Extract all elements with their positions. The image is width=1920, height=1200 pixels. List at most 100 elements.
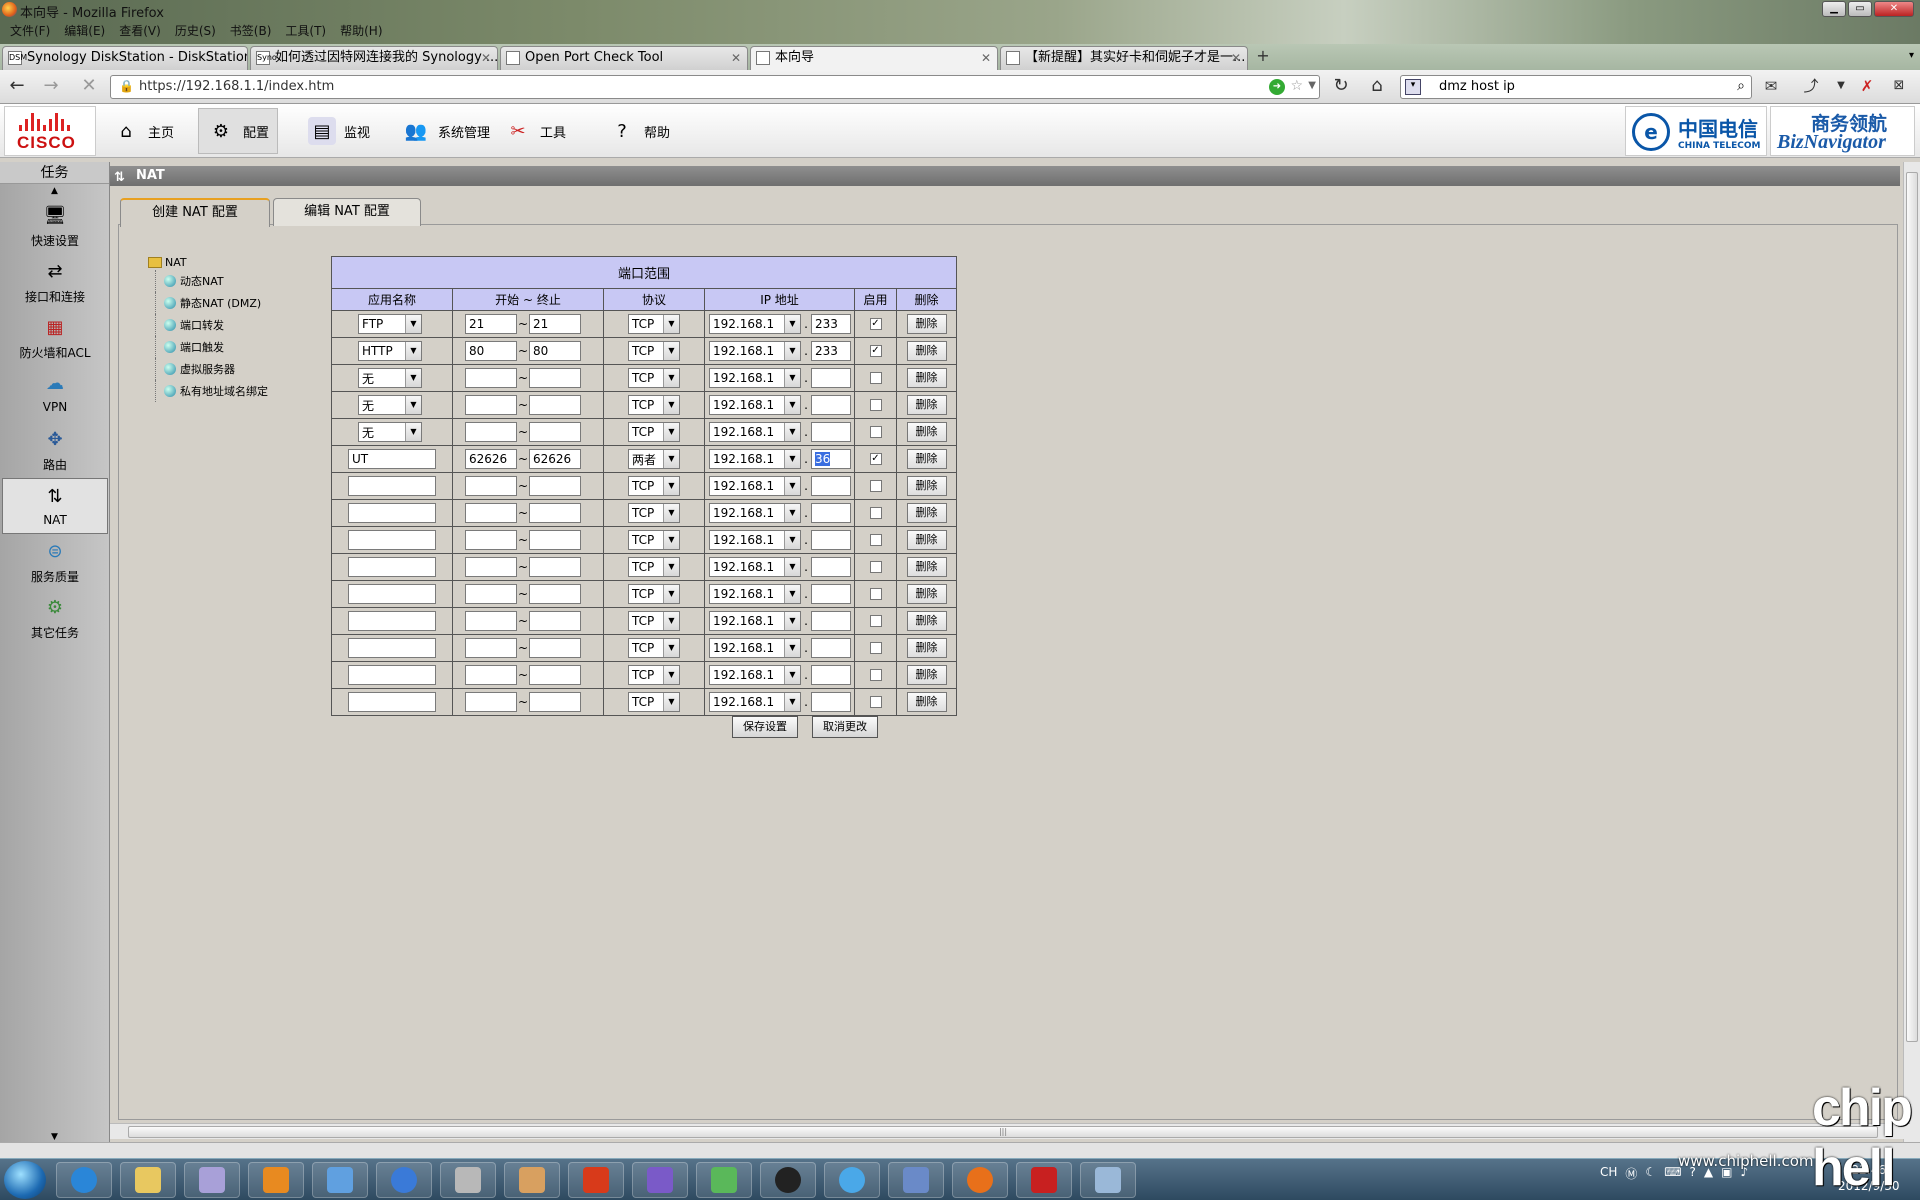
delete-button[interactable]: 删除 — [906, 665, 947, 685]
enable-checkbox[interactable] — [869, 426, 882, 438]
forward-arrow-icon[interactable]: → — [40, 76, 62, 98]
chevron-down-icon[interactable]: ▼ — [663, 450, 679, 468]
search-engine-icon[interactable]: ▾ — [1405, 79, 1421, 95]
browser-tab[interactable]: 【新提醒】其实好卡和伺妮子才是一... ✕ — [1000, 46, 1248, 70]
port-start-input[interactable] — [465, 557, 517, 577]
task-nat[interactable]: ⇅ NAT — [2, 478, 108, 534]
ip-last-octet-input[interactable] — [811, 395, 851, 415]
port-end-input[interactable] — [529, 476, 581, 496]
ip-last-octet-input[interactable] — [811, 476, 851, 496]
chevron-down-icon[interactable]: ▼ — [663, 531, 679, 549]
port-start-input[interactable] — [465, 476, 517, 496]
input-language[interactable]: CH — [1600, 1165, 1617, 1182]
app-name-select[interactable]: 无 ▼ — [358, 368, 422, 388]
topnav-config[interactable]: ⚙ 配置 — [198, 108, 279, 154]
delete-button[interactable]: 删除 — [906, 584, 947, 604]
task-interfaces[interactable]: ⇄ 接口和连接 — [2, 254, 108, 310]
chevron-down-icon[interactable]: ▼ — [784, 531, 800, 549]
ip-last-octet-input[interactable]: 36 — [811, 449, 851, 469]
ip-last-octet-input[interactable]: 233 — [811, 314, 851, 334]
addon-icon[interactable]: ✗ — [1856, 76, 1878, 98]
ip-prefix-select[interactable]: 192.168.1 ▼ — [709, 557, 801, 577]
chevron-down-icon[interactable]: ▼ — [784, 612, 800, 630]
task-other[interactable]: ⚙ 其它任务 — [2, 590, 108, 646]
protocol-select[interactable]: TCP ▼ — [628, 476, 680, 496]
ip-prefix-select[interactable]: 192.168.1 ▼ — [709, 584, 801, 604]
protocol-select[interactable]: TCP ▼ — [628, 584, 680, 604]
tab-close-icon[interactable]: ✕ — [481, 47, 491, 69]
browser-tab-active[interactable]: 本向导 ✕ — [750, 46, 998, 71]
ip-prefix-select[interactable]: 192.168.1 ▼ — [709, 638, 801, 658]
search-icon[interactable]: ⌕ — [1737, 78, 1745, 94]
port-start-input[interactable]: 80 — [465, 341, 517, 361]
go-arrow-icon[interactable]: ➜ — [1269, 79, 1285, 95]
app-name-input[interactable] — [348, 638, 436, 658]
enable-checkbox[interactable]: ✓ — [869, 318, 882, 330]
taskbar-firefox[interactable] — [952, 1162, 1008, 1198]
port-end-input[interactable] — [529, 584, 581, 604]
taskbar-pdf[interactable] — [1016, 1162, 1072, 1198]
ip-last-octet-input[interactable] — [811, 368, 851, 388]
app-name-input[interactable] — [348, 503, 436, 523]
enable-checkbox[interactable]: ✓ — [869, 345, 882, 357]
taskbar-app[interactable] — [696, 1162, 752, 1198]
taskbar-qq[interactable] — [760, 1162, 816, 1198]
enable-checkbox[interactable] — [869, 642, 882, 654]
enable-checkbox[interactable] — [869, 561, 882, 573]
port-end-input[interactable] — [529, 368, 581, 388]
new-tab-button[interactable]: + — [1252, 46, 1274, 68]
ip-prefix-select[interactable]: 192.168.1 ▼ — [709, 476, 801, 496]
back-arrow-icon[interactable]: ← — [6, 76, 28, 98]
port-start-input[interactable] — [465, 665, 517, 685]
tab-list-icon[interactable]: ▾ — [1909, 50, 1914, 61]
protocol-select[interactable]: TCP ▼ — [628, 368, 680, 388]
delete-button[interactable]: 删除 — [906, 341, 947, 361]
ip-prefix-select[interactable]: 192.168.1 ▼ — [709, 314, 801, 334]
tab-create-nat[interactable]: 创建 NAT 配置 — [120, 198, 270, 227]
topnav-tools[interactable]: ✂ 工具 — [496, 108, 574, 154]
app-name-input[interactable] — [348, 476, 436, 496]
ip-prefix-select[interactable]: 192.168.1 ▼ — [709, 530, 801, 550]
port-end-input[interactable] — [529, 665, 581, 685]
chevron-down-icon[interactable]: ▼ — [784, 666, 800, 684]
enable-checkbox[interactable] — [869, 399, 882, 411]
taskbar-app[interactable] — [312, 1162, 368, 1198]
protocol-select[interactable]: TCP ▼ — [628, 503, 680, 523]
delete-button[interactable]: 删除 — [906, 692, 947, 712]
chevron-down-icon[interactable]: ▼ — [405, 369, 421, 387]
ip-last-octet-input[interactable] — [811, 611, 851, 631]
delete-button[interactable]: 删除 — [906, 503, 947, 523]
port-start-input[interactable] — [465, 422, 517, 442]
enable-checkbox[interactable] — [869, 615, 882, 627]
browser-tab[interactable]: DSM Synology DiskStation - DiskStation — [2, 46, 248, 70]
app-name-select[interactable]: 无 ▼ — [358, 422, 422, 442]
delete-button[interactable]: 删除 — [906, 476, 947, 496]
app-name-input[interactable] — [348, 557, 436, 577]
port-end-input[interactable] — [529, 557, 581, 577]
topnav-admin[interactable]: 👥 系统管理 — [394, 108, 498, 154]
port-start-input[interactable] — [465, 503, 517, 523]
app-name-input[interactable] — [348, 530, 436, 550]
taskbar-media[interactable] — [248, 1162, 304, 1198]
chevron-down-icon[interactable]: ▼ — [784, 396, 800, 414]
chevron-down-icon[interactable]: ▼ — [663, 369, 679, 387]
ip-last-octet-input[interactable] — [811, 638, 851, 658]
menu-tools[interactable]: 工具(T) — [279, 21, 332, 41]
delete-button[interactable]: 删除 — [906, 314, 947, 334]
chevron-down-icon[interactable]: ▼ — [784, 639, 800, 657]
port-start-input[interactable] — [465, 395, 517, 415]
vertical-scrollbar[interactable] — [1903, 162, 1920, 1144]
chevron-down-icon[interactable]: ▼ — [405, 423, 421, 441]
url-history-dropdown-icon[interactable]: ▼ — [1308, 80, 1316, 91]
enable-checkbox[interactable] — [869, 669, 882, 681]
protocol-select[interactable]: TCP ▼ — [628, 530, 680, 550]
ip-last-octet-input[interactable] — [811, 557, 851, 577]
menu-file[interactable]: 文件(F) — [4, 21, 56, 41]
protocol-select[interactable]: TCP ▼ — [628, 341, 680, 361]
ip-last-octet-input[interactable] — [811, 503, 851, 523]
protocol-select[interactable]: TCP ▼ — [628, 422, 680, 442]
port-end-input[interactable] — [529, 422, 581, 442]
horizontal-scrollbar[interactable]: ||| — [110, 1123, 1910, 1139]
scrollbar-thumb[interactable]: ||| — [128, 1126, 1878, 1138]
menu-help[interactable]: 帮助(H) — [334, 21, 388, 41]
